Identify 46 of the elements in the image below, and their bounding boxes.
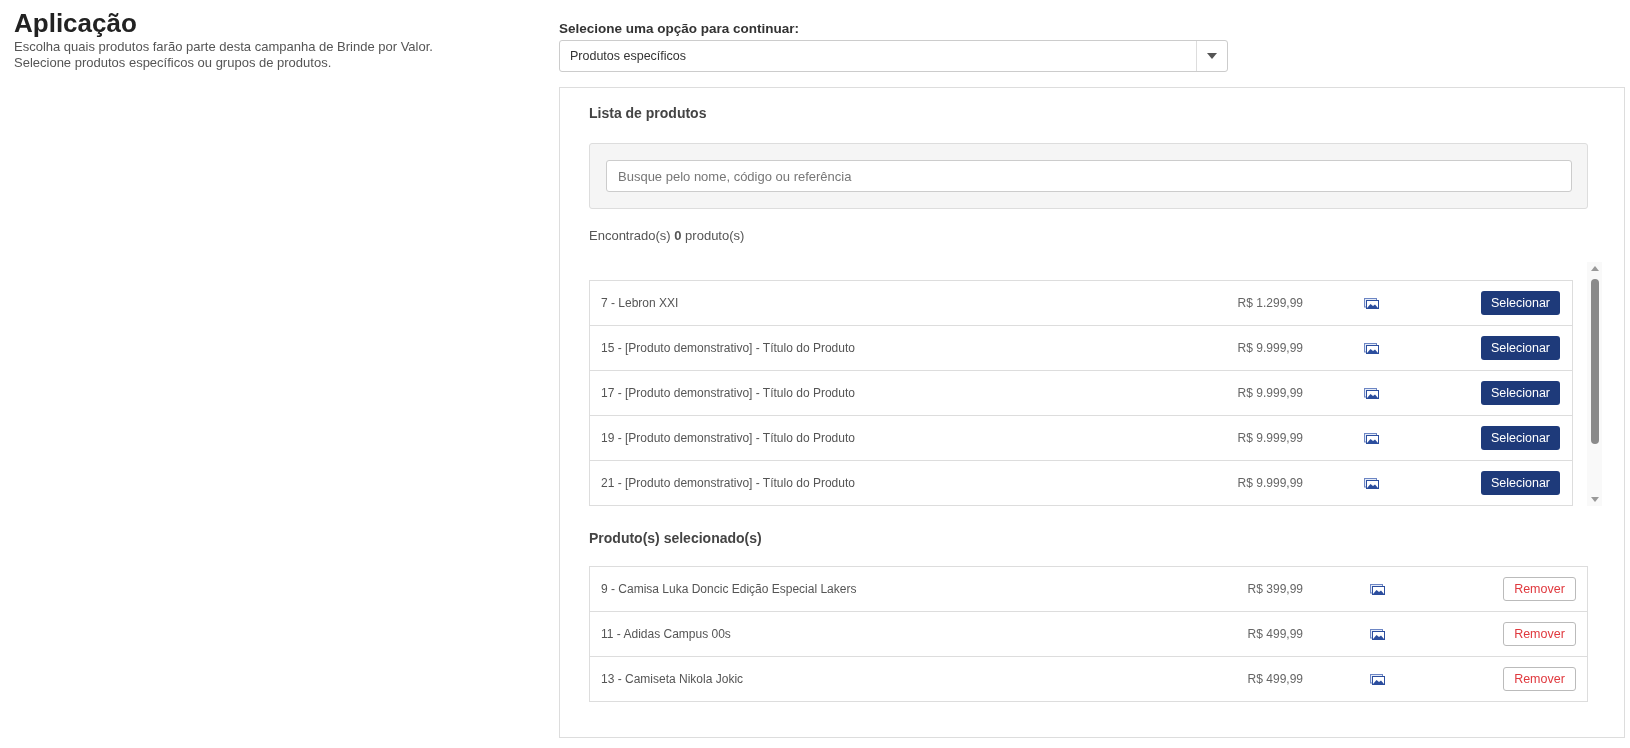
select-button[interactable]: Selecionar: [1481, 381, 1560, 405]
select-button[interactable]: Selecionar: [1481, 291, 1560, 315]
image-icon: [1363, 387, 1379, 399]
remove-button[interactable]: Remover: [1503, 667, 1576, 691]
result-count: Encontrado(s) 0 produto(s): [589, 227, 745, 245]
description-text: Escolha quais produtos farão parte desta campanha de Brinde por Valor.: [14, 39, 433, 55]
product-name: 15 - [Produto demonstrativo] - Título do Produto: [601, 341, 855, 355]
product-price: R$ 399,99: [1247, 582, 1303, 596]
image-icon: [1363, 297, 1379, 309]
remove-button[interactable]: Remover: [1503, 577, 1576, 601]
remove-button[interactable]: Remover: [1503, 622, 1576, 646]
product-price: R$ 9.999,99: [1237, 476, 1303, 490]
product-price: R$ 1.299,99: [1237, 296, 1303, 310]
scrollbar-thumb[interactable]: [1590, 279, 1599, 444]
section-title: Produto(s) selecionado(s): [589, 529, 762, 548]
product-name: 17 - [Produto demonstrativo] - Título do Produto: [601, 386, 855, 400]
product-price: R$ 9.999,99: [1237, 341, 1303, 355]
page-title: Aplicação: [14, 8, 137, 38]
product-name: 13 - Camiseta Nikola Jokic: [601, 672, 744, 686]
product-price: R$ 499,99: [1247, 672, 1303, 686]
image-icon: [1369, 673, 1385, 685]
select-label: Selecione uma opção para continuar:: [559, 20, 800, 38]
scrollbar[interactable]: [1587, 262, 1602, 506]
image-icon: [1369, 583, 1385, 595]
select-button[interactable]: Selecionar: [1481, 426, 1560, 450]
product-price: R$ 9.999,99: [1237, 431, 1303, 445]
product-price: R$ 9.999,99: [1237, 386, 1303, 400]
description-text: Selecione produtos específicos ou grupos de produtos.: [14, 55, 332, 71]
product-name: 19 - [Produto demonstrativo] - Título do Produto: [601, 431, 855, 445]
search-field[interactable]: Busque pelo nome, código ou referência: [606, 160, 1572, 192]
product-name: 21 - [Produto demonstrativo] - Título do Produto: [601, 476, 855, 490]
image-icon: [1363, 477, 1379, 489]
image-icon: [1363, 432, 1379, 444]
scroll-up-icon[interactable]: [1590, 266, 1599, 271]
product-price: R$ 499,99: [1247, 627, 1303, 641]
product-name: 11 - Adidas Campus 00s: [601, 627, 731, 641]
product-name: 9 - Camisa Luka Doncic Edição Especial Lakers: [601, 582, 857, 596]
select-button[interactable]: Selecionar: [1481, 336, 1560, 360]
section-title: Lista de produtos: [589, 104, 707, 123]
option-select[interactable]: Produtos específicos: [559, 40, 1228, 72]
scroll-down-icon[interactable]: [1590, 497, 1599, 502]
caret-icon: [1207, 53, 1217, 59]
product-name: 7 - Lebron XXI: [601, 296, 679, 310]
image-icon: [1369, 628, 1385, 640]
select-button[interactable]: Selecionar: [1481, 471, 1560, 495]
image-icon: [1363, 342, 1379, 354]
